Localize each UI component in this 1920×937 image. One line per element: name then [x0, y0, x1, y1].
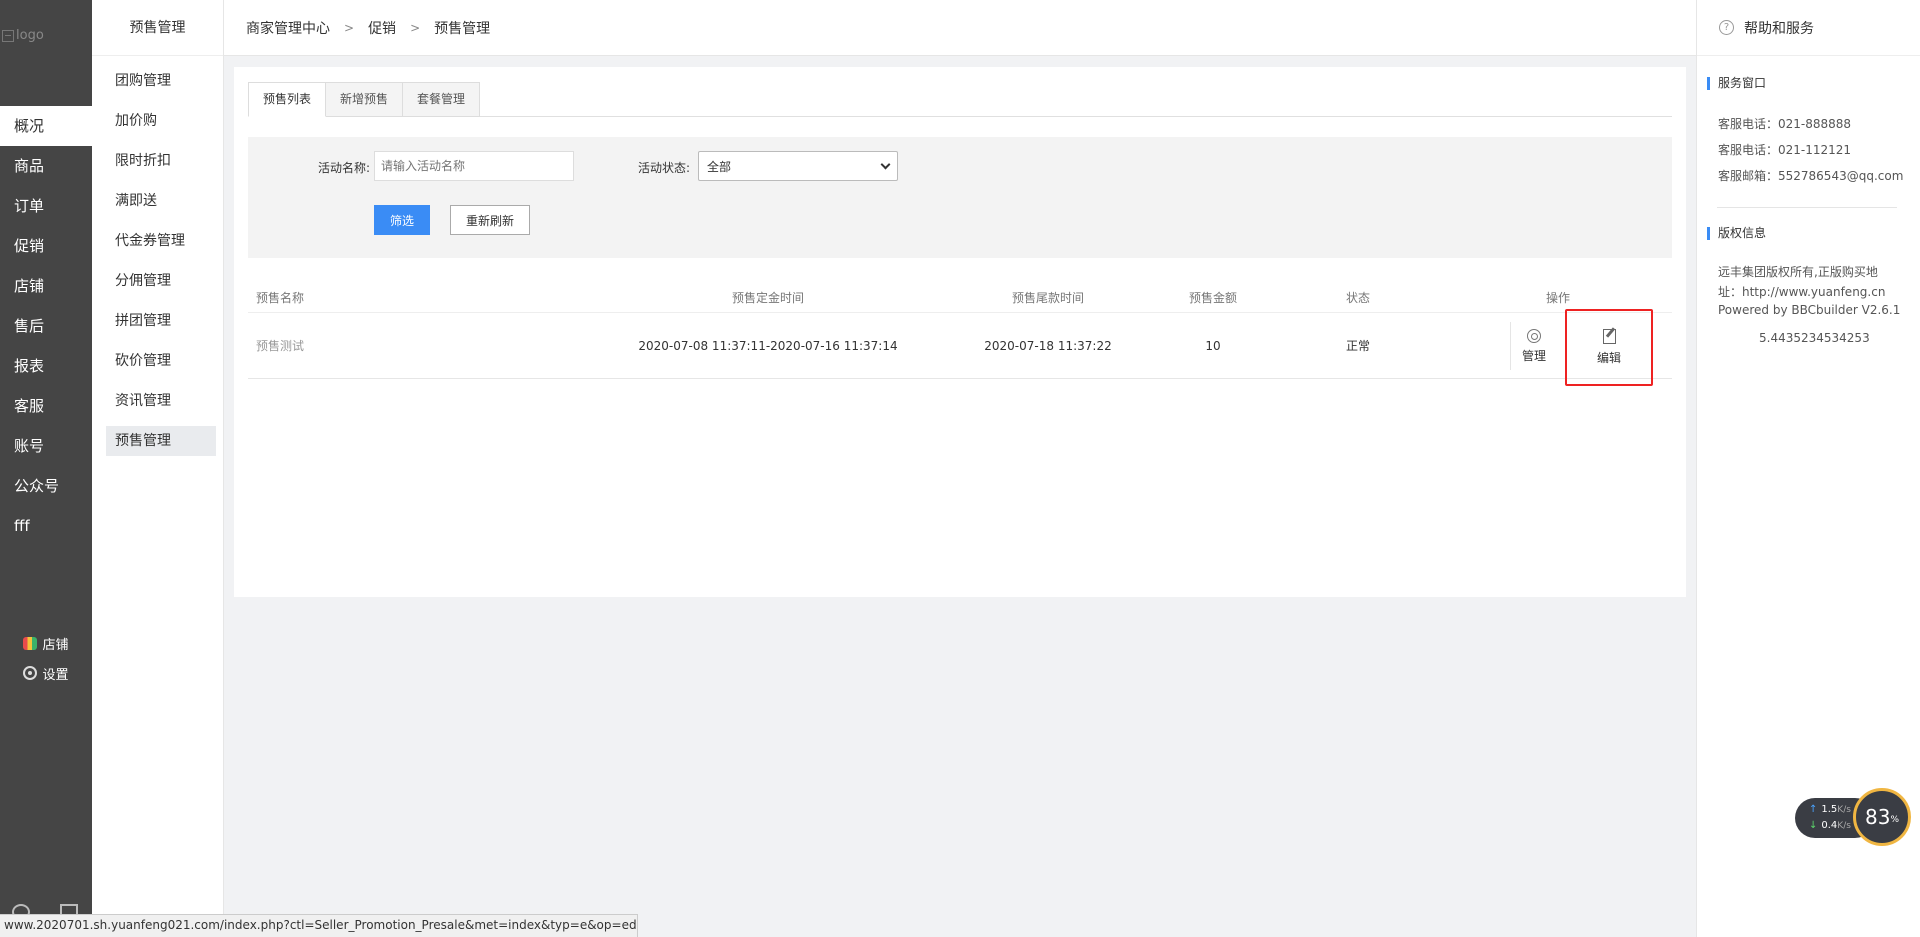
- sidebar-item-add-price-buy[interactable]: 加价购: [106, 106, 216, 136]
- help-panel-title: 帮助和服务: [1744, 20, 1814, 37]
- memory-usage-percent: 83: [1864, 805, 1891, 829]
- cell-status: 正常: [1345, 339, 1370, 353]
- help-panel-header: ? 帮助和服务: [1697, 0, 1920, 56]
- gear-icon: [23, 666, 38, 680]
- question-icon: ?: [1719, 20, 1734, 35]
- nav-item-goods[interactable]: 商品: [0, 146, 92, 186]
- broken-image-icon: logo: [2, 28, 44, 43]
- copyright-line-3: Powered by BBCbuilder V2.6.1: [1718, 303, 1901, 317]
- header-status: 状态: [1345, 291, 1370, 305]
- breadcrumb-separator: >: [410, 20, 421, 35]
- nav-item-shop[interactable]: 店铺: [0, 266, 92, 306]
- tab-bar: 预售列表 新增预售 套餐管理: [248, 82, 1672, 117]
- table-header: 预售名称 预售定金时间 预售尾款时间 预售金额 状态 操作: [248, 283, 1672, 313]
- breadcrumb-separator: >: [344, 20, 355, 35]
- activity-name-input[interactable]: [374, 151, 574, 181]
- refresh-button[interactable]: 重新刷新: [450, 205, 530, 235]
- shop-icon: [23, 636, 38, 650]
- main-sidebar: logo 概况 商品 订单 促销 店铺 售后 报表 客服 账号 公众号 fff …: [0, 0, 92, 937]
- download-speed: ↓ 0.4K/s: [1809, 820, 1851, 831]
- cell-amount: 10: [1205, 338, 1221, 353]
- breadcrumb: 商家管理中心 > 促销 > 预售管理: [224, 0, 1696, 56]
- filter-button[interactable]: 筛选: [374, 205, 430, 235]
- upload-speed: ↑ 1.5K/s: [1809, 804, 1851, 815]
- sidebar-item-news[interactable]: 资讯管理: [106, 386, 216, 416]
- copyright-line-2: 址：http://www.yuanfeng.cn: [1718, 285, 1886, 299]
- activity-name-label: 活动名称:: [318, 161, 371, 175]
- settings-link[interactable]: 设置: [0, 658, 92, 688]
- sidebar-footer-links: 店铺 设置: [0, 628, 92, 688]
- breadcrumb-item-presale: 预售管理: [434, 20, 491, 37]
- header-actions: 操作: [1545, 291, 1570, 305]
- cell-deposit-time: 2020-07-08 11:37:11-2020-07-16 11:37:14: [638, 338, 898, 353]
- presale-table: 预售名称 预售定金时间 预售尾款时间 预售金额 状态 操作 预售测试 2020-…: [248, 283, 1672, 386]
- header-presale-name: 预售名称: [256, 291, 305, 305]
- copyright-line-1: 远丰集团版权所有,正版购买地: [1718, 265, 1878, 279]
- sub-sidebar: 预售管理 团购管理 加价购 限时折扣 满即送 代金券管理 分佣管理 拼团管理 砍…: [92, 0, 224, 937]
- logo[interactable]: logo: [0, 0, 92, 106]
- nav-item-customer-service[interactable]: 客服: [0, 386, 92, 426]
- nav-item-reports[interactable]: 报表: [0, 346, 92, 386]
- cell-presale-name: 预售测试: [256, 339, 305, 353]
- nav-item-promotion[interactable]: 促销: [0, 226, 92, 266]
- activity-status-value: 全部: [707, 159, 732, 174]
- network-speed-widget[interactable]: ↑ 1.5K/s ↓ 0.4K/s 83%: [1795, 788, 1913, 846]
- service-email: 客服邮箱：552786543@qq.com: [1718, 169, 1904, 183]
- sidebar-item-presale[interactable]: 预售管理: [106, 426, 216, 456]
- breadcrumb-item-merchant-center[interactable]: 商家管理中心: [246, 18, 330, 38]
- edit-icon: [1602, 329, 1616, 344]
- table-row: 预售测试 2020-07-08 11:37:11-2020-07-16 11:3…: [248, 309, 1672, 386]
- header-amount: 预售金额: [1188, 291, 1237, 305]
- tab-presale-list[interactable]: 预售列表: [248, 82, 327, 117]
- edit-label: 编辑: [1596, 351, 1621, 365]
- status-bar-url: www.2020701.sh.yuanfeng021.com/index.php…: [0, 914, 638, 937]
- breadcrumb-item-promotion[interactable]: 促销: [368, 18, 396, 38]
- nav-item-fff[interactable]: fff: [0, 506, 92, 546]
- filter-panel: 活动名称: 活动状态: 全部 筛选 重新刷新: [248, 137, 1672, 258]
- cell-final-time: 2020-07-18 11:37:22: [984, 338, 1112, 353]
- action-divider: [1510, 322, 1511, 370]
- sidebar-item-full-gift[interactable]: 满即送: [106, 186, 216, 216]
- main-content: 预售列表 新增预售 套餐管理 活动名称: 活动状态: 全部 筛选 重新刷新 预售…: [234, 67, 1686, 597]
- nav-item-orders[interactable]: 订单: [0, 186, 92, 226]
- memory-usage-ring: 83%: [1853, 788, 1911, 846]
- sidebar-item-group-buying[interactable]: 拼团管理: [106, 306, 216, 336]
- help-divider: [1717, 207, 1897, 208]
- manage-button[interactable]: 管理: [1517, 328, 1551, 364]
- edit-button[interactable]: 编辑: [1565, 309, 1653, 386]
- copyright-section-title: 版权信息: [1707, 227, 1766, 240]
- settings-link-label: 设置: [42, 667, 69, 683]
- version-number: 5.4435234534253: [1759, 331, 1870, 345]
- chevron-down-icon: [880, 159, 891, 169]
- tab-package-management[interactable]: 套餐管理: [403, 82, 481, 117]
- activity-status-label: 活动状态:: [638, 161, 691, 175]
- shop-link[interactable]: 店铺: [0, 628, 92, 658]
- sidebar-item-flash-discount[interactable]: 限时折扣: [106, 146, 216, 176]
- sidebar-item-voucher[interactable]: 代金券管理: [106, 226, 216, 256]
- sub-sidebar-list: 团购管理 加价购 限时折扣 满即送 代金券管理 分佣管理 拼团管理 砍价管理 资…: [92, 56, 223, 456]
- gear-icon: [1527, 328, 1541, 343]
- shop-link-label: 店铺: [42, 637, 69, 653]
- service-phone-2: 客服电话：021-112121: [1718, 143, 1852, 157]
- percent-sign: %: [1890, 815, 1899, 825]
- arrow-up-icon: ↑: [1809, 804, 1818, 815]
- nav-item-overview[interactable]: 概况: [0, 106, 92, 146]
- sidebar-item-group-buy[interactable]: 团购管理: [106, 66, 216, 96]
- row-actions: 管理: [1510, 313, 1551, 379]
- sub-sidebar-title: 预售管理: [92, 0, 223, 56]
- manage-label: 管理: [1521, 348, 1546, 363]
- header-deposit-time: 预售定金时间: [731, 291, 804, 305]
- sidebar-item-bargain[interactable]: 砍价管理: [106, 346, 216, 376]
- arrow-down-icon: ↓: [1809, 820, 1818, 831]
- nav-item-account[interactable]: 账号: [0, 426, 92, 466]
- service-section-title: 服务窗口: [1707, 77, 1766, 90]
- activity-status-select[interactable]: 全部: [698, 151, 898, 181]
- tab-add-presale[interactable]: 新增预售: [326, 82, 404, 117]
- sidebar-item-commission[interactable]: 分佣管理: [106, 266, 216, 296]
- nav-item-after-sales[interactable]: 售后: [0, 306, 92, 346]
- service-phone-1: 客服电话：021-888888: [1718, 117, 1852, 131]
- nav-item-official-account[interactable]: 公众号: [0, 466, 92, 506]
- header-final-time: 预售尾款时间: [1011, 291, 1084, 305]
